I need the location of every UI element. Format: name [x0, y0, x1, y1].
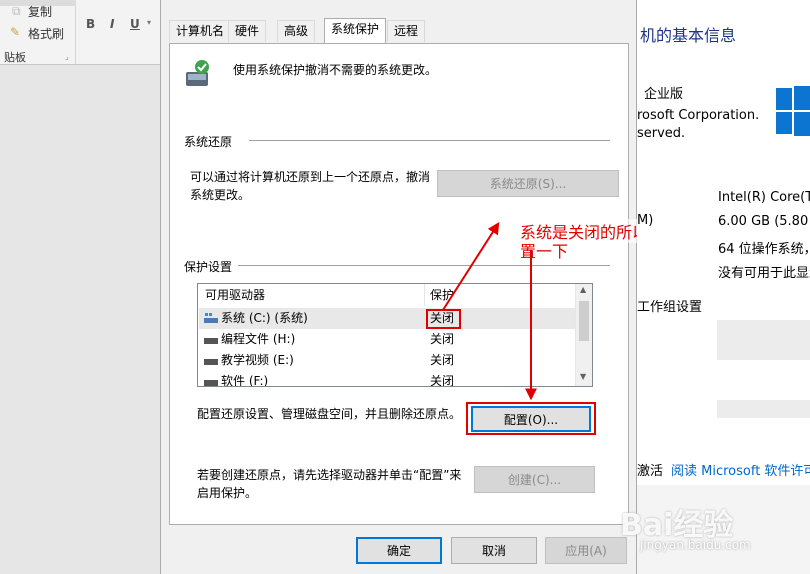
license-link[interactable]: 阅读 Microsoft 软件许可条	[671, 460, 810, 479]
rights-text: served.	[637, 126, 686, 141]
edition-text: 企业版	[644, 87, 684, 102]
activation-label: 激活	[637, 464, 664, 479]
os-type-text: 64 位操作系统，	[718, 242, 810, 257]
blurred-value	[717, 400, 810, 418]
workgroup-label: 工作组设置	[637, 300, 703, 315]
ram-text: 6.00 GB (5.80 GI	[718, 214, 810, 229]
system-info-title: 机的基本信息	[640, 26, 737, 45]
m-label: M)	[637, 213, 654, 228]
corporation-text: rosoft Corporation.	[637, 108, 760, 123]
windows-logo-icon	[776, 86, 810, 136]
pen-text: 没有可用于此显示	[718, 266, 810, 281]
annotation-line2: 置一下	[520, 242, 569, 261]
cpu-text: Intel(R) Core(TM	[718, 190, 810, 205]
blurred-value	[717, 320, 810, 360]
system-info-panel: 机的基本信息 企业版 rosoft Corporation. served. M…	[637, 0, 810, 574]
tab-system-protection[interactable]: 系统保护	[324, 18, 387, 43]
watermark-url: jingyan.baidu.com	[640, 538, 751, 552]
